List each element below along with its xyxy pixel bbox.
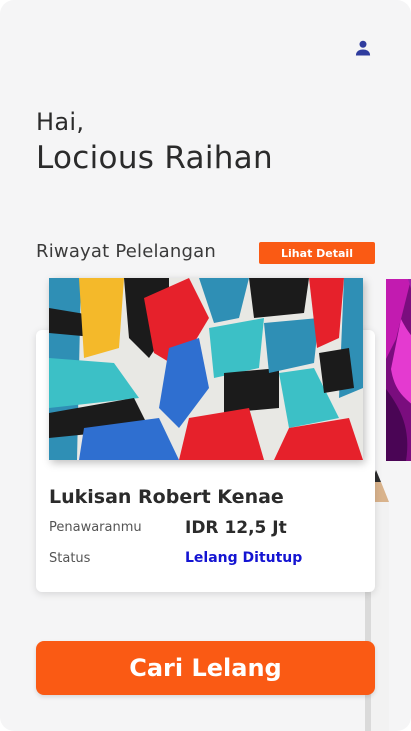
section-title: Riwayat Pelelangan (36, 241, 216, 262)
status-label: Status (49, 551, 91, 566)
status-value: Lelang Ditutup (185, 550, 303, 566)
bid-value: IDR 12,5 Jt (185, 518, 287, 538)
home-screen: Hai, Locious Raihan Riwayat Pelelangan L… (0, 0, 411, 731)
next-artwork-image[interactable] (386, 279, 411, 461)
artwork-image[interactable] (49, 278, 363, 460)
user-icon (355, 40, 371, 56)
view-detail-button[interactable]: Lihat Detail (259, 242, 375, 264)
user-name: Locious Raihan (36, 140, 273, 176)
profile-button[interactable] (351, 36, 375, 60)
artwork-title: Lukisan Robert Kenae (49, 486, 284, 508)
search-auction-button[interactable]: Cari Lelang (36, 641, 375, 695)
bid-label: Penawaranmu (49, 520, 142, 535)
greeting-text: Hai, (36, 108, 85, 136)
